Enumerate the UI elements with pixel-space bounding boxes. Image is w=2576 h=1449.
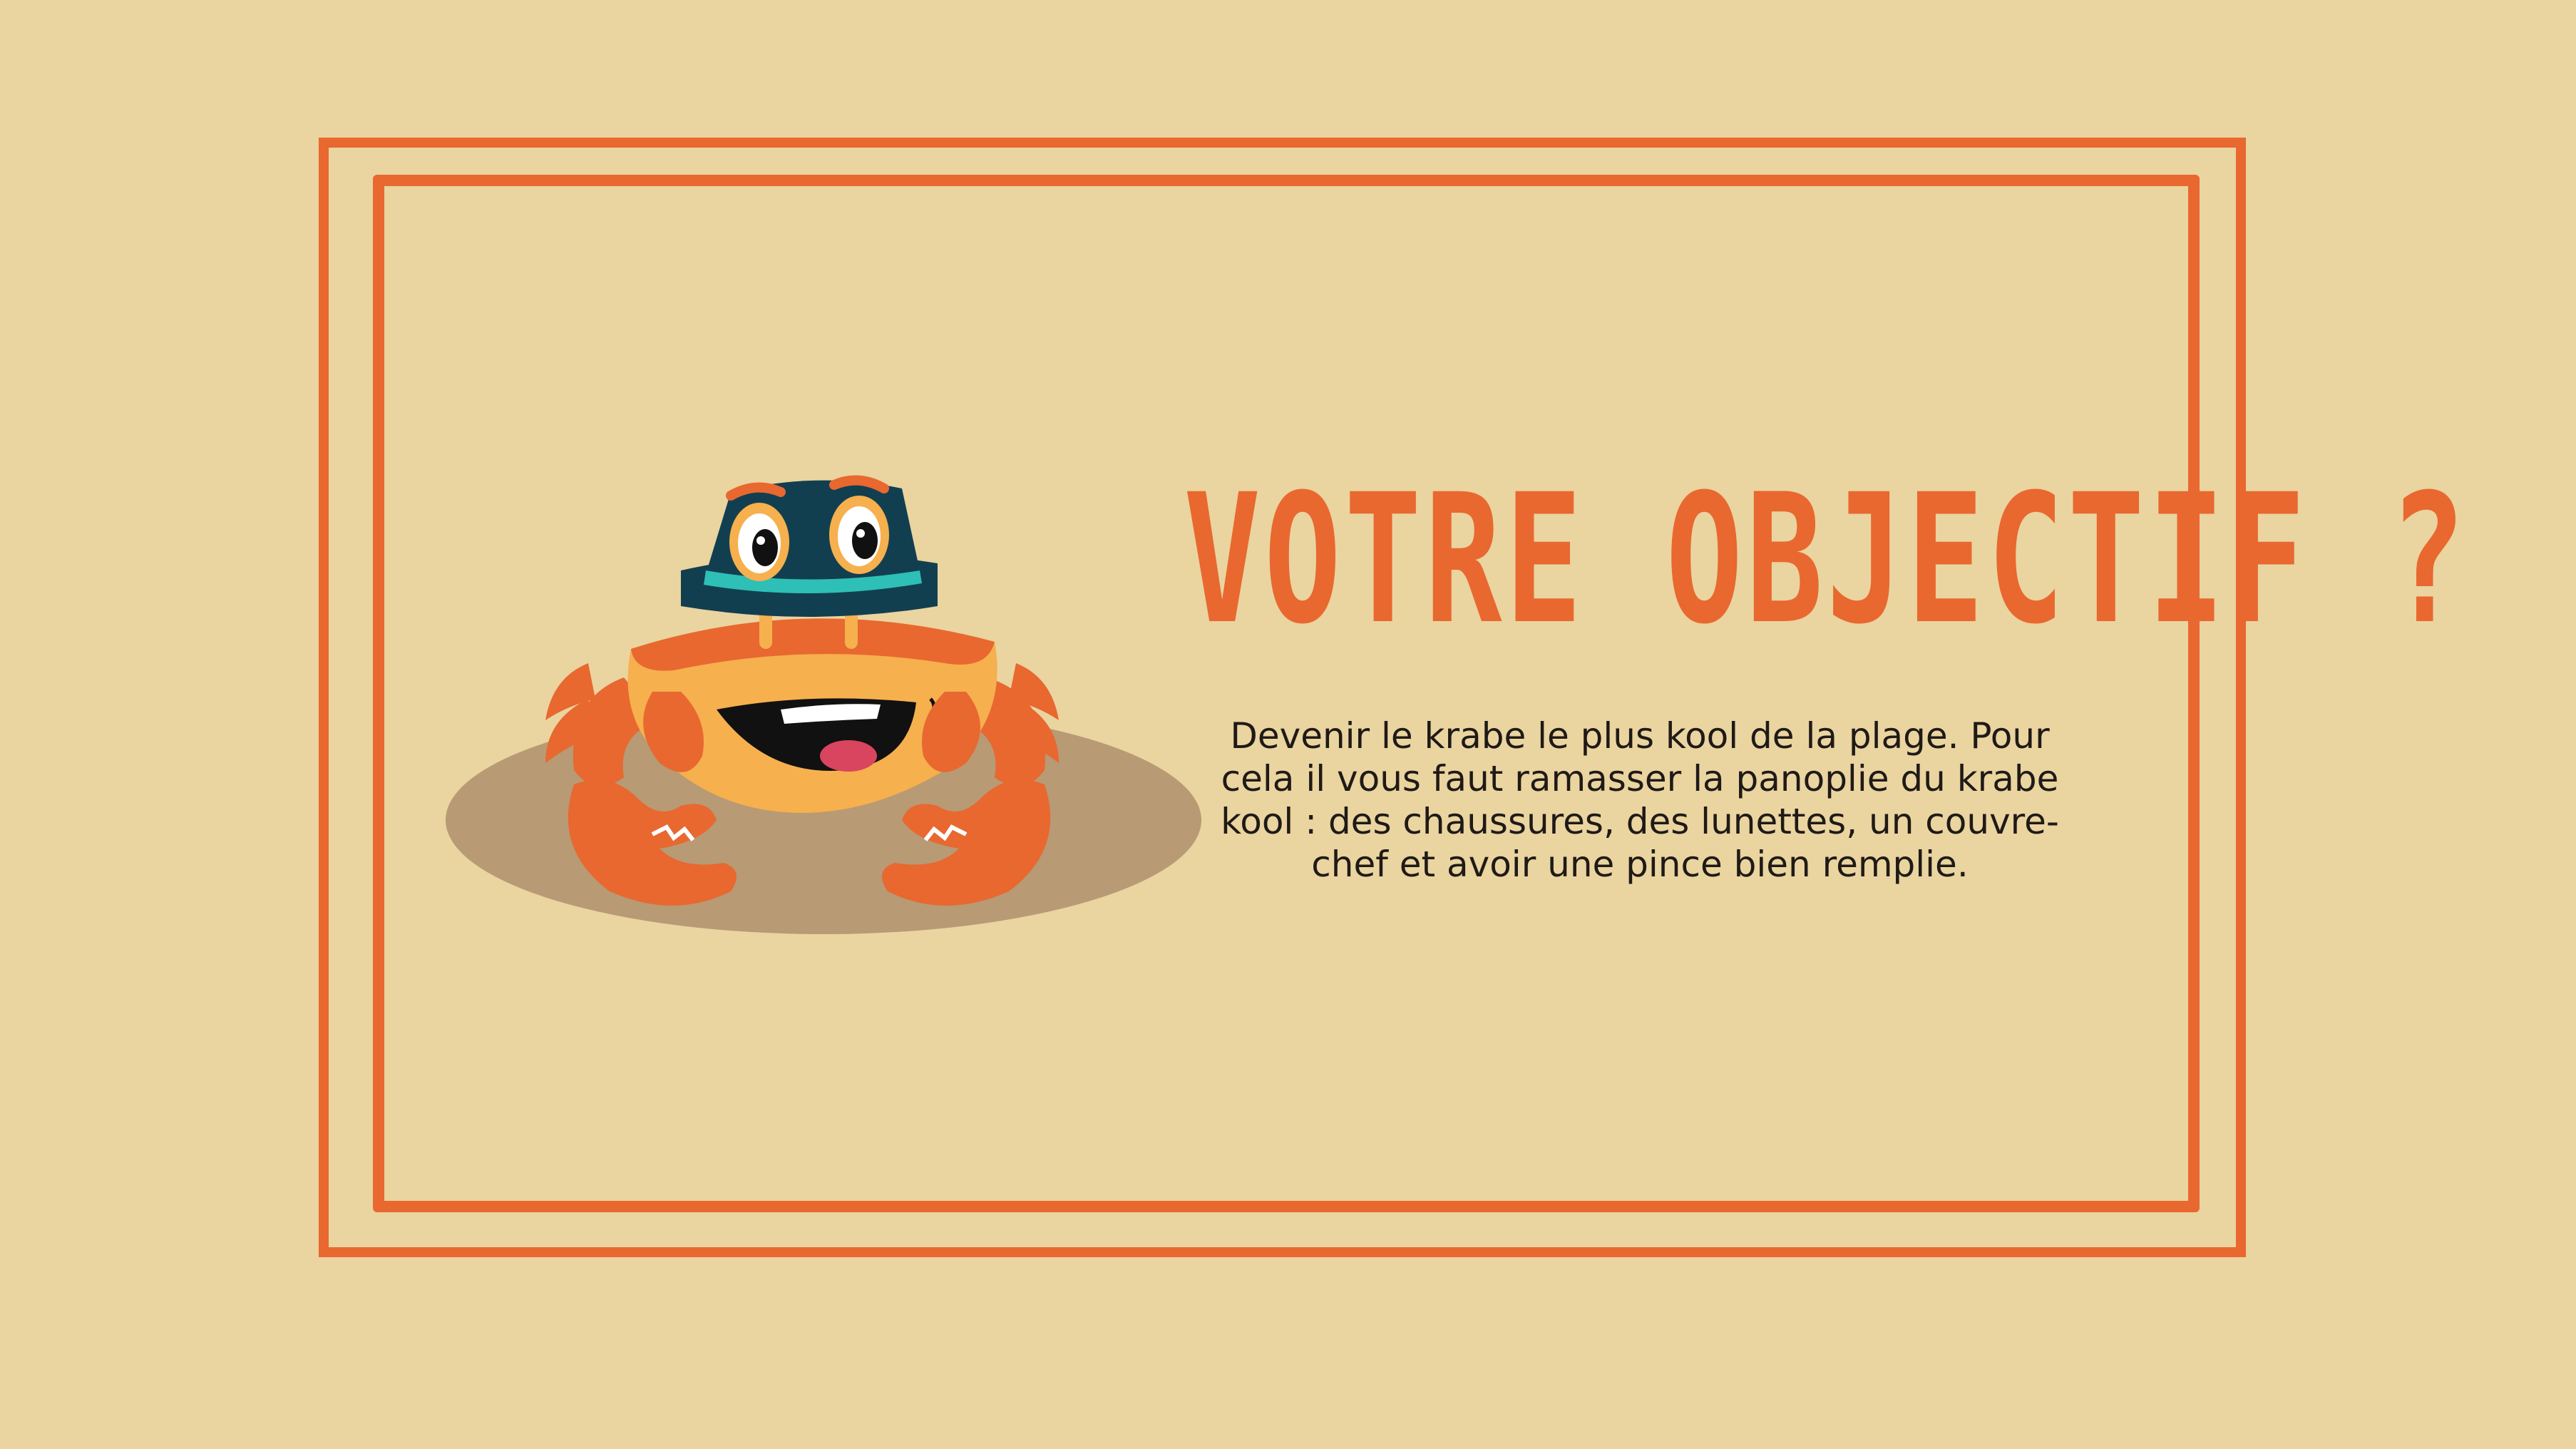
crab-eye-right [829, 496, 889, 574]
objective-description: Devenir le krabe le plus kool de la plag… [1221, 715, 2059, 885]
crab-eye-left [729, 503, 789, 581]
bucket-hat-icon [681, 480, 938, 617]
crab-tongue [820, 740, 877, 772]
crab-mascot-icon [446, 475, 1201, 934]
page-title: VOTRE OBJECTIF ? [1184, 456, 2470, 663]
